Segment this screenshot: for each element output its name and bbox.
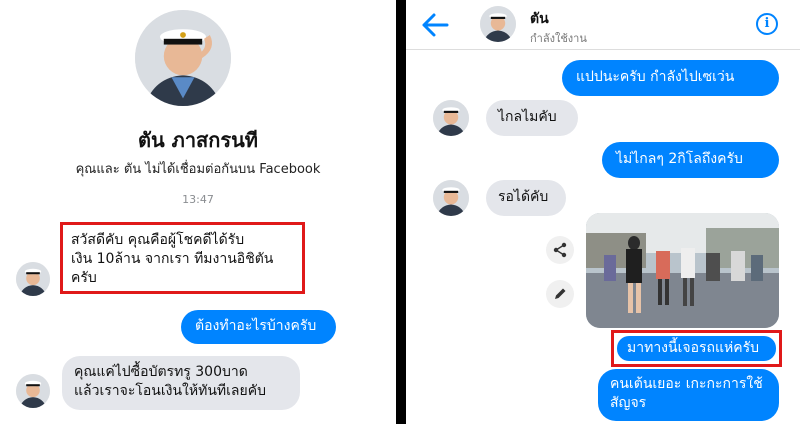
active-status: กำลังใช้งาน [530, 32, 587, 45]
message-bubble[interactable]: มาทางนี้เจอรถแห่ครับ [617, 336, 776, 361]
edit-icon [555, 288, 566, 299]
back-arrow-icon[interactable] [420, 12, 450, 38]
message-line: คนเต้นเยอะ เกะกะการใช้ [610, 376, 763, 392]
panel-divider [396, 0, 406, 424]
sender-avatar[interactable] [16, 262, 50, 296]
message-line: ต้องทำอะไรบ้างครับ [195, 318, 317, 334]
share-button[interactable] [546, 236, 574, 264]
message-line: มาทางนี้เจอรถแห่ครับ [627, 340, 760, 356]
photo-message[interactable] [586, 213, 779, 328]
message-line: เงิน 10ล้าน จากเรา ทีมงานอิชิตัน [71, 251, 274, 267]
highlight-box: มาทางนี้เจอรถแห่ครับ [611, 330, 782, 367]
message-line: คุณแค่ไปซื้อบัตรทรู 300บาด [74, 364, 248, 380]
message-bubble[interactable]: แปปนะครับ กำลังไปเซเว่น [562, 60, 779, 96]
sender-avatar[interactable] [16, 374, 50, 408]
chat-header: ตัน กำลังใช้งาน i [406, 0, 800, 50]
message-timestamp: 13:47 [182, 193, 214, 206]
message-line: ครับ [71, 270, 97, 286]
sender-avatar[interactable] [433, 100, 469, 136]
message-line: สัญจร [610, 395, 647, 411]
message-line: สวัสดีคับ คุณคือผู้โชคดีได้รับ [71, 232, 245, 248]
left-chat-screen: ตัน ภาสกรนที คุณและ ตัน ไม่ได้เชื่อมต่อก… [0, 0, 396, 424]
share-icon [553, 242, 567, 258]
header-avatar[interactable] [480, 6, 516, 42]
message-bubble[interactable]: รอได้คับ [486, 180, 566, 216]
edit-button[interactable] [546, 280, 574, 308]
info-icon[interactable]: i [756, 13, 778, 35]
message-bubble[interactable]: คนเต้นเยอะ เกะกะการใช้ สัญจร [598, 369, 779, 421]
message-line: ไกลไมคับ [498, 109, 557, 125]
profile-avatar[interactable] [135, 10, 231, 106]
message-bubble[interactable]: ไม่ไกลๆ 2กิโลถึงครับ [602, 142, 779, 178]
right-chat-screen: ตัน กำลังใช้งาน i แปปนะครับ กำลังไปเซเว่… [406, 0, 800, 424]
message-bubble[interactable]: ไกลไมคับ [486, 100, 578, 136]
header-contact-name: ตัน [530, 11, 549, 27]
message-line: ไม่ไกลๆ 2กิโลถึงครับ [616, 151, 743, 167]
message-line: แปปนะครับ กำลังไปเซเว่น [576, 69, 735, 85]
message-bubble[interactable]: คุณแค่ไปซื้อบัตรทรู 300บาด แล้วเราจะโอนเ… [62, 356, 300, 410]
contact-name: ตัน ภาสกรนที [138, 128, 258, 152]
highlight-box: สวัสดีคับ คุณคือผู้โชคดีได้รับ เงิน 10ล้… [60, 222, 305, 294]
street-scene-image [586, 213, 779, 328]
message-bubble[interactable]: สวัสดีคับ คุณคือผู้โชคดีได้รับ เงิน 10ล้… [71, 231, 273, 288]
message-line: แล้วเราจะโอนเงินให้ทันทีเลยคับ [74, 383, 266, 399]
facebook-connection-note: คุณและ ตัน ไม่ได้เชื่อมต่อกันบน Facebook [75, 162, 321, 177]
message-bubble[interactable]: ต้องทำอะไรบ้างครับ [181, 310, 336, 344]
sender-avatar[interactable] [433, 180, 469, 216]
message-line: รอได้คับ [498, 189, 549, 205]
